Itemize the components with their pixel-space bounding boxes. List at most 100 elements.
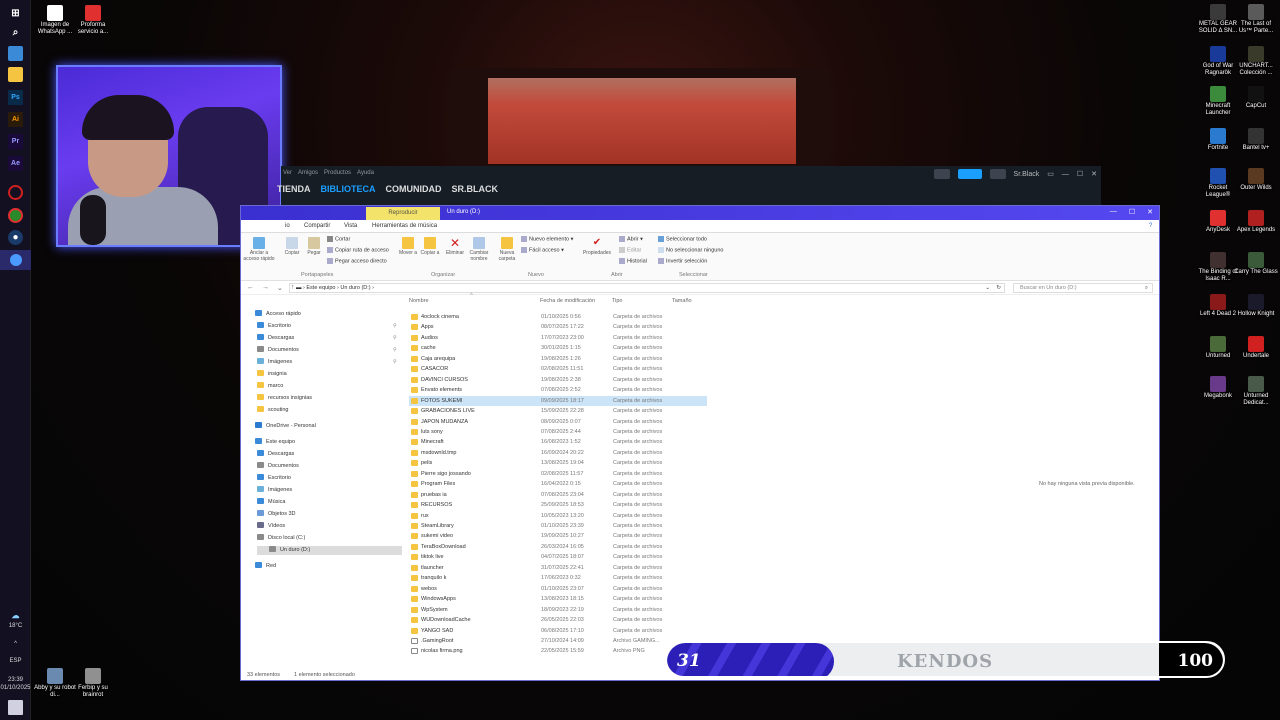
file-row[interactable]: JAPON MUDANZA 08/09/2025 0:07 Carpeta de a… [409,417,707,427]
desktop-icon-app[interactable]: Outer Wilds [1234,168,1278,192]
close-icon[interactable]: ✕ [1147,208,1153,216]
file-row[interactable]: pruebas ia 07/08/2025 23:04 Carpeta de arc… [409,490,707,500]
clock-date[interactable]: 01/10/2025 [0,684,31,692]
move-to-button[interactable]: Mover a [397,237,419,256]
easy-access-button[interactable]: Fácil acceso ▾ [521,247,564,254]
paste-button[interactable]: Pegar [303,237,325,256]
desktop-icon-app[interactable]: Unturned Dedicat... [1234,376,1278,407]
desktop-icon-app[interactable]: Carry The Glass [1234,252,1278,276]
nav-item[interactable]: marco [257,382,283,391]
file-row[interactable]: TeraBoxDownload 26/03/2024 16:05 Carpeta d… [409,542,707,552]
steam-nav-biblioteca[interactable]: BIBLIOTECA [321,184,376,194]
file-row[interactable]: Pierre sigo jossando 02/08/2025 11:57 Carp… [409,469,707,479]
tab-vista[interactable]: Vista [344,223,357,229]
column-header-date[interactable]: Fecha de modificación [540,298,595,304]
announce-icon[interactable] [957,169,982,179]
bell-icon[interactable] [989,169,1006,179]
nav-item[interactable]: Red [255,562,276,571]
file-row[interactable]: tiktok live 04/07/2025 18:07 Carpeta de ar… [409,552,707,562]
steam-nav-comunidad[interactable]: COMUNIDAD [386,184,442,194]
file-row[interactable]: 4oclock cinema 01/10/2025 0:56 Carpeta de … [409,312,707,322]
delete-button[interactable]: ✕ Eliminar [443,237,467,256]
clock-time[interactable]: 23:39 [0,676,31,684]
select-none-button[interactable]: No seleccionar ninguno [658,247,723,254]
nav-item[interactable]: OneDrive - Personal [255,422,316,431]
file-row[interactable]: tlauncher 31/07/2025 22:41 Carpeta de arch… [409,563,707,573]
steam-icon[interactable]: ● [8,230,23,245]
open-button[interactable]: Abrir ▾ [619,236,643,243]
nav-item[interactable]: Disco local (C:) [257,534,305,543]
steam-menu-amigos[interactable]: Amigos [298,170,318,176]
file-row[interactable]: WindowsApps 13/08/2023 18:15 Carpeta de ar… [409,594,707,604]
paste-shortcut-button[interactable]: Pegar acceso directo [327,258,387,265]
desktop-icon-app[interactable]: CapCut [1234,86,1278,110]
file-row[interactable]: Envato elements 07/08/2025 2:52 Carpeta de… [409,385,707,395]
copy-button[interactable]: Copiar [281,237,303,256]
nav-item[interactable]: Imágenes [257,486,292,495]
file-row[interactable]: nicolas firma.png 22/05/2025 15:59 Archivo… [409,646,707,656]
breadcrumb-un-duro[interactable]: Un duro (D:) [340,285,370,291]
steam-nav-tienda[interactable]: TIENDA [277,184,311,194]
desktop-icon-app[interactable]: Undertale [1234,336,1278,360]
tab-herramientas-musica[interactable]: Herramientas de música [372,223,437,229]
refresh-icon[interactable]: ↻ [996,284,1001,292]
desktop-icon-app[interactable]: Hollow Knight [1234,294,1278,318]
monitor-icon[interactable]: ▭ [1047,170,1054,178]
search-icon[interactable]: ⌕ [8,25,23,40]
steam-menu-ayuda[interactable]: Ayuda [357,170,374,176]
language-indicator[interactable]: ESP [0,657,31,665]
steam-menu-ver[interactable]: Ver [283,170,292,176]
context-tab-reproducir[interactable]: Reproducir [366,207,440,220]
nav-item[interactable]: Un duro (D:) [257,546,402,555]
file-row[interactable]: webos 01/10/2025 23:07 Carpeta de archivos [409,584,707,594]
file-row[interactable]: WpSystem 18/09/2023 22:19 Carpeta de archi… [409,605,707,615]
column-header-type[interactable]: Tipo [612,298,623,304]
nav-item[interactable]: Descargas [257,334,294,343]
photoshop-icon[interactable]: Ps [8,90,23,105]
chrome-icon[interactable] [8,208,23,223]
properties-button[interactable]: ✔ Propiedades [581,237,613,256]
nav-item[interactable]: insignia [257,370,287,379]
file-row[interactable]: cache 30/01/2025 1:15 Carpeta de archivos [409,343,707,353]
minimize-icon[interactable]: — [1062,171,1069,178]
steam-user[interactable]: Sr.Black [1014,171,1040,178]
copy-to-button[interactable]: Copiar a [419,237,441,256]
desktop-icon-app[interactable]: Bantel tv+ [1234,128,1278,152]
active-app-icon[interactable] [0,250,31,270]
nav-item[interactable]: Descargas [257,450,294,459]
back-arrow-icon[interactable]: ← [247,284,254,292]
file-row[interactable]: SteamLibrary 01/10/2025 23:39 Carpeta de a… [409,521,707,531]
file-row[interactable]: RECURSOS 25/09/2025 18:53 Carpeta de archi… [409,500,707,510]
file-row[interactable]: rux 10/05/2023 13:20 Carpeta de archivos [409,511,707,521]
file-row[interactable]: msdownld.tmp 16/09/2024 20:22 Carpeta de a… [409,448,707,458]
nav-item[interactable]: Escritorio [257,322,291,331]
nav-item[interactable]: Música [257,498,285,507]
nav-item[interactable]: Escritorio [257,474,291,483]
edit-button[interactable]: Editar [619,247,641,254]
file-row[interactable]: YANGO SAD 06/08/2025 17:10 Carpeta de arch… [409,626,707,636]
file-row[interactable]: tranquilo k 17/06/2023 0:32 Carpeta de arc… [409,573,707,583]
file-row[interactable]: luts sony 07/08/2025 2:44 Carpeta de archi… [409,427,707,437]
file-row[interactable]: FOTOS SUKEMI 09/09/2025 18:17 Carpeta de a… [409,395,707,406]
file-row[interactable]: .GamingRoot 27/10/2024 14:09 Archivo GAMIN… [409,636,707,646]
column-header-size[interactable]: Tamaño [672,298,692,304]
chevron-down-icon[interactable]: ⌄ [277,284,283,292]
new-item-button[interactable]: Nuevo elemento ▾ [521,236,573,243]
forward-arrow-icon[interactable]: → [262,284,269,292]
file-row[interactable]: Apps 08/07/2025 17:22 Carpeta de archivos [409,322,707,332]
help-icon[interactable]: ? [1149,223,1152,229]
nav-item[interactable]: scouting [257,406,289,415]
notification-icon[interactable] [8,700,23,715]
task-view-icon[interactable] [8,46,23,61]
search-input[interactable]: Buscar en Un duro (D:) ⌕ [1013,283,1153,293]
invert-selection-button[interactable]: Invertir selección [658,258,707,265]
nav-item[interactable]: Vídeos [257,522,285,531]
desktop-icon-proforma[interactable]: Proforma servicio a... [71,5,115,36]
breadcrumb-este-equipo[interactable]: Este equipo [306,285,335,291]
file-row[interactable]: pelis 13/08/2025 19:04 Carpeta de archivos [409,458,707,468]
file-row[interactable]: GRABACIONES LIVE 15/09/2025 22:28 Carpeta … [409,406,707,416]
nav-item[interactable]: Documentos [257,462,299,471]
maximize-icon[interactable]: ☐ [1077,170,1083,178]
broadcast-icon[interactable] [933,169,950,179]
new-folder-button[interactable]: Nueva carpeta [495,237,519,262]
